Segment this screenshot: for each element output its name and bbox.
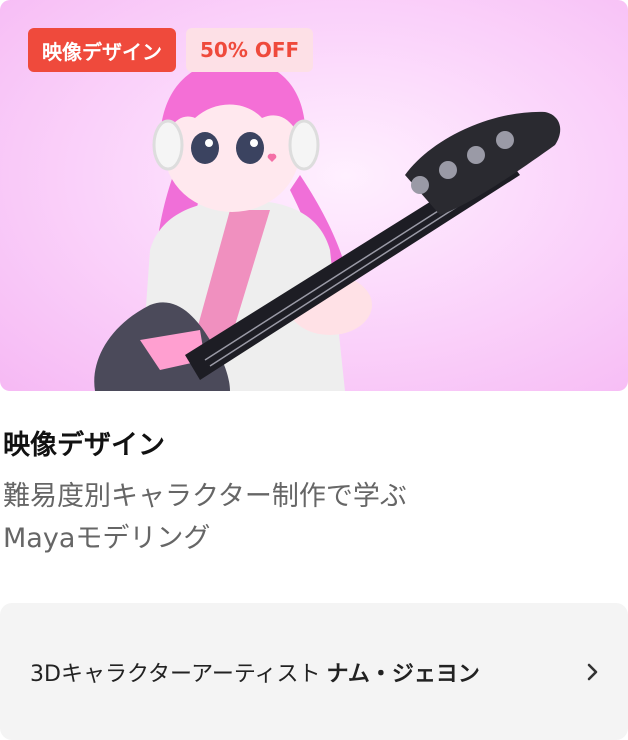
category-label: 映像デザイン (3, 430, 165, 461)
instructor-role: 3Dキャラクターアーティスト (30, 661, 321, 687)
instructor-info: 3Dキャラクターアーティスト ナム・ジェヨン (30, 656, 480, 688)
course-title[interactable]: 難易度別キャラクター制作で学ぶ Mayaモデリング (3, 476, 623, 560)
course-title-line-2: Mayaモデリング (3, 523, 211, 554)
discount-badge: 50% OFF (186, 28, 314, 72)
category-badge: 映像デザイン (28, 28, 176, 72)
course-title-line-1: 難易度別キャラクター制作で学ぶ (3, 481, 407, 512)
course-card[interactable]: 映像デザイン 50% OFF 映像デザイン 難易度別キャラクター制作で学ぶ Ma… (0, 0, 628, 740)
instructor-name: ナム・ジェヨン (326, 661, 480, 687)
course-thumbnail[interactable]: 映像デザイン 50% OFF (0, 0, 628, 391)
instructor-panel[interactable]: 3Dキャラクターアーティスト ナム・ジェヨン (0, 603, 628, 740)
thumbnail-badges: 映像デザイン 50% OFF (28, 28, 314, 72)
chevron-right-icon[interactable] (580, 660, 604, 684)
